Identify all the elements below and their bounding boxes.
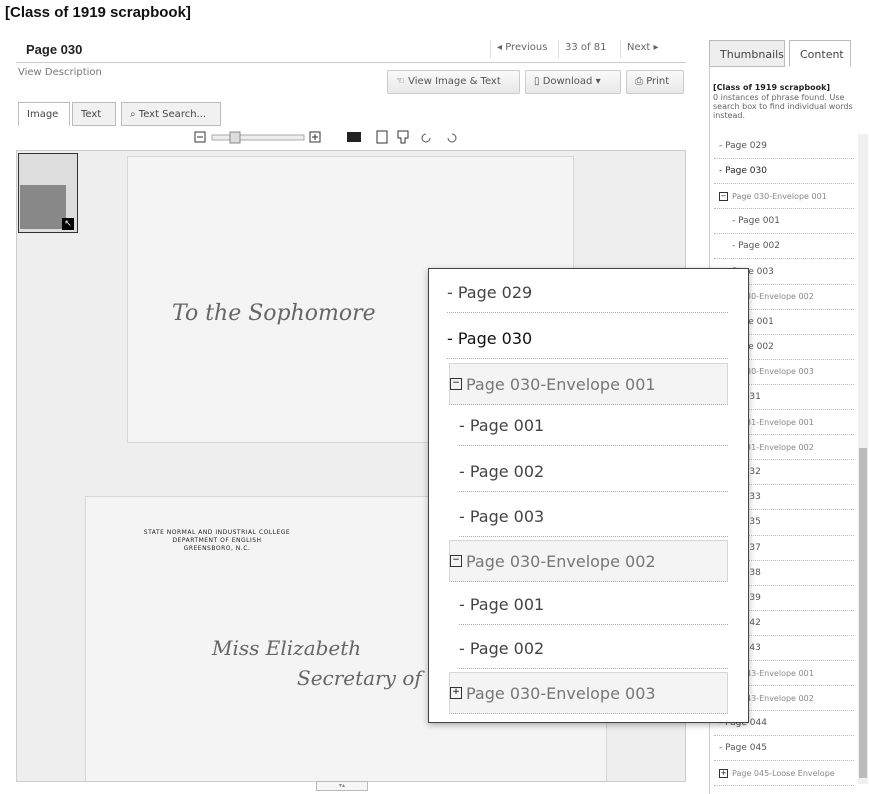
zoom-toolbar-svg — [194, 130, 457, 144]
popup-page-item[interactable]: - Page 003 — [459, 496, 728, 537]
collapse-icon[interactable]: − — [719, 191, 728, 201]
popup-item-label: - Page 002 — [459, 461, 545, 481]
rotate-right-icon[interactable] — [447, 133, 457, 143]
fit-width-icon[interactable] — [347, 132, 361, 142]
hand-icon: ☜ — [396, 76, 409, 87]
content-list-item-label: - Page 002 — [732, 241, 780, 252]
content-list-item[interactable]: + Page 045-Loose Envelope — [714, 761, 854, 787]
zoom-slider-handle[interactable] — [229, 131, 241, 144]
popup-page-item[interactable]: - Page 001 — [459, 584, 728, 625]
content-list-item-label: - Page 029 — [719, 141, 767, 152]
popup-page-item[interactable]: - Page 001 — [459, 405, 728, 446]
popup-item-label: Page 030-Envelope 003 — [466, 683, 656, 703]
addressee-line-2: Secretary of — [297, 666, 422, 690]
search-message: 0 instances of phrase found. Use search … — [713, 93, 853, 120]
content-list-item[interactable]: - Page 001 — [714, 209, 854, 235]
addressee-line-1: Miss Elizabeth — [212, 636, 362, 660]
popup-envelope-item[interactable]: + Page 030-Envelope 003 — [449, 672, 728, 714]
collapse-icon[interactable]: − — [450, 555, 462, 567]
flip-icon[interactable] — [397, 130, 409, 144]
download-label: Download — [542, 76, 593, 87]
content-list-item[interactable]: - Page 030 — [714, 159, 854, 185]
text-search-input[interactable]: ⌕ Text Search... — [121, 102, 221, 126]
view-description-link[interactable]: View Description — [18, 67, 102, 78]
tab-content[interactable]: Content — [789, 40, 851, 67]
zoom-toolbar — [180, 128, 500, 150]
popup-page-item[interactable]: - Page 029 — [447, 272, 728, 313]
letterhead: STATE NORMAL AND INDUSTRIAL COLLEGE DEPA… — [107, 529, 327, 553]
scrollbar-thumb[interactable] — [859, 448, 867, 778]
tab-image[interactable]: Image — [18, 102, 70, 126]
popup-envelope-item[interactable]: − Page 030-Envelope 002 — [449, 540, 728, 582]
page-count: 33 of 81 — [558, 40, 620, 58]
content-list-item[interactable]: - Page 045 — [714, 736, 854, 762]
tab-thumbnails[interactable]: Thumbnails — [709, 40, 785, 67]
content-list-item-label: Page 030-Envelope 001 — [732, 191, 827, 201]
content-list-item-label: - Page 030 — [719, 166, 767, 177]
letterhead-line-2: DEPARTMENT OF ENGLISH — [172, 537, 262, 544]
top-envelope-handwriting: To the Sophomore — [172, 301, 376, 326]
expand-arrow-icon[interactable]: ↖ — [62, 218, 74, 230]
download-button[interactable]: ▯ Download ▾ — [525, 70, 621, 94]
page-title: [Class of 1919 scrapbook] — [5, 4, 191, 21]
popup-item-label: - Page 001 — [459, 415, 545, 435]
print-button[interactable]: ⎙ Print — [626, 70, 684, 94]
popup-page-item[interactable]: - Page 002 — [459, 628, 728, 669]
popup-item-label: - Page 003 — [459, 506, 545, 526]
content-list-item-label: - Page 001 — [732, 216, 780, 227]
view-image-text-label: View Image & Text — [408, 76, 501, 87]
popup-item-label: - Page 001 — [459, 594, 545, 614]
next-button[interactable]: Next ▸ — [620, 40, 684, 58]
popup-page-item[interactable]: - Page 030 — [447, 318, 728, 359]
rotate-left-icon[interactable] — [421, 133, 431, 143]
search-icon: ⌕ — [130, 109, 139, 120]
popup-item-label: - Page 030 — [447, 328, 533, 348]
letterhead-line-1: STATE NORMAL AND INDUSTRIAL COLLEGE — [143, 529, 291, 536]
letterhead-line-3: GREENSBORO, N.C. — [183, 545, 251, 552]
content-list-item-label: - Page 045 — [719, 743, 767, 754]
navigator-viewport[interactable] — [20, 185, 66, 229]
resize-handle[interactable]: ▾▴ — [316, 781, 368, 791]
view-image-text-button[interactable]: ☜ View Image & Text — [387, 70, 520, 94]
popup-item-label: Page 030-Envelope 002 — [466, 551, 656, 571]
page-label: Page 030 — [26, 42, 83, 57]
document-icon: ▯ — [534, 76, 543, 87]
panel-title: [Class of 1919 scrapbook] — [713, 83, 831, 92]
search-placeholder: Text Search... — [138, 109, 207, 120]
expand-icon[interactable]: + — [450, 687, 462, 699]
fit-page-icon[interactable] — [376, 130, 388, 144]
expand-icon[interactable]: + — [719, 768, 728, 778]
content-list-item[interactable]: - Page 029 — [714, 134, 854, 160]
content-list-item-label: Page 045-Loose Envelope — [732, 768, 835, 778]
content-popup: - Page 029- Page 030− Page 030-Envelope 0… — [428, 268, 749, 723]
chevron-down-icon: ▾ — [592, 76, 601, 87]
print-icon: ⎙ — [635, 76, 647, 87]
zoom-slider-track[interactable] — [211, 134, 305, 141]
content-list-item[interactable]: − Page 030-Envelope 001 — [714, 184, 854, 210]
tab-text[interactable]: Text — [72, 102, 116, 126]
popup-item-label: - Page 029 — [447, 282, 533, 302]
print-label: Print — [646, 76, 670, 87]
collapse-icon[interactable]: − — [450, 378, 462, 390]
popup-envelope-item[interactable]: − Page 030-Envelope 001 — [449, 363, 728, 405]
popup-item-label: - Page 002 — [459, 638, 545, 658]
popup-page-item[interactable]: - Page 002 — [459, 451, 728, 492]
previous-button[interactable]: ◂ Previous — [490, 40, 558, 58]
popup-item-label: Page 030-Envelope 001 — [466, 374, 656, 394]
content-list-item[interactable]: - Page 002 — [714, 234, 854, 260]
